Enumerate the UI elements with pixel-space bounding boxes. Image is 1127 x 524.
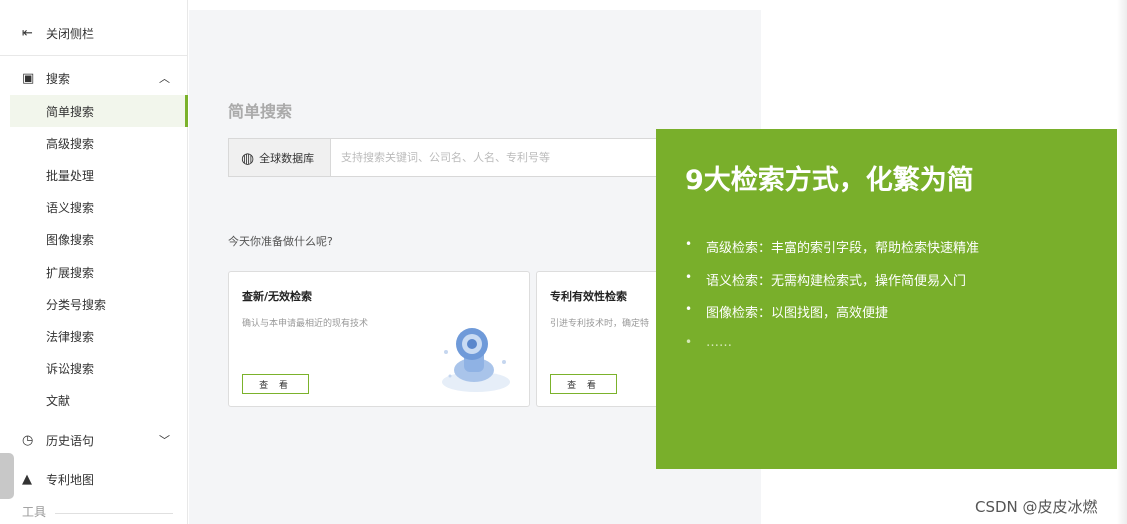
search-illustration-icon <box>442 328 510 392</box>
globe-icon: ◍ <box>241 148 255 167</box>
card-description: 确认与本申请最相近的现有技术 <box>242 319 369 329</box>
sidebar: ⇤ 关闭侧栏 ▣ 搜索 ︿ 简单搜索 高级搜索 批量处理 语义搜索 图像搜索 扩… <box>0 0 188 524</box>
sidebar-group-search[interactable]: ▣ 搜索 ︿ <box>0 63 188 93</box>
sidebar-item-extended-search[interactable]: 扩展搜索 <box>10 256 188 288</box>
tools-section-label: 工具 <box>22 505 47 519</box>
sidebar-item-advanced-search[interactable]: 高级搜索 <box>10 127 188 159</box>
close-sidebar-button[interactable]: ⇤ 关闭侧栏 <box>0 12 188 56</box>
card-description: 引进专利技术时，确定特 <box>550 319 650 329</box>
sidebar-item-image-search[interactable]: 图像搜索 <box>10 224 188 256</box>
close-sidebar-label: 关闭侧栏 <box>46 27 95 41</box>
sidebar-group-patent-map[interactable]: ▲ 专利地图 <box>0 464 188 494</box>
bullet-icon: • <box>685 269 693 284</box>
chevron-up-icon: ︿ <box>159 72 170 85</box>
divider <box>55 513 173 514</box>
sidebar-item-semantic-search[interactable]: 语义搜索 <box>10 192 188 224</box>
card-title: 专利有效性检索 <box>550 290 627 303</box>
search-card: 查新/无效检索 确认与本申请最相近的现有技术 查 看 <box>228 271 530 407</box>
watermark: CSDN @皮皮冰燃 <box>975 498 1098 516</box>
list-item: • 图像检索：以图找图，高效便捷 <box>685 302 889 321</box>
bullet-icon: • <box>685 302 693 316</box>
search-doc-icon: ▣ <box>22 70 35 86</box>
sidebar-item-batch[interactable]: 批量处理 <box>10 159 188 191</box>
search-submenu: 简单搜索 高级搜索 批量处理 语义搜索 图像搜索 扩展搜索 分类号搜索 法律搜索… <box>10 95 188 417</box>
collapse-sidebar-icon: ⇤ <box>22 26 33 41</box>
prompt-text: 今天你准备做什么呢? <box>228 235 333 248</box>
chevron-down-icon: ﹀ <box>159 434 170 447</box>
search-bar: ◍ 全球数据库 <box>228 138 688 177</box>
feature-overlay-panel: 9大检索方式，化繁为简 • 高级检索：丰富的索引字段，帮助检索快速精准 • 语义检索… <box>656 129 1123 469</box>
page-edge-shadow <box>1117 0 1127 524</box>
mountain-icon: ▲ <box>22 471 32 487</box>
sidebar-group-history[interactable]: ◷ 历史语句 ﹀ <box>0 425 188 455</box>
bullet-icon: • <box>685 237 693 251</box>
scrollbar-thumb[interactable] <box>0 453 14 499</box>
list-item: • 高级检索：丰富的索引字段，帮助检索快速精准 <box>685 237 980 256</box>
sidebar-item-simple-search[interactable]: 简单搜索 <box>10 95 188 128</box>
overlay-title: 9大检索方式，化繁为简 <box>685 165 974 196</box>
view-button[interactable]: 查 看 <box>550 374 617 394</box>
sidebar-item-litigation-search[interactable]: 诉讼搜索 <box>10 353 188 385</box>
card-title: 查新/无效检索 <box>242 290 313 303</box>
search-input[interactable] <box>331 139 687 176</box>
view-button[interactable]: 查 看 <box>242 374 309 394</box>
sidebar-group-search-label: 搜索 <box>46 71 71 86</box>
sidebar-item-classification-search[interactable]: 分类号搜索 <box>10 288 188 320</box>
list-item: •…… <box>685 334 732 350</box>
bullet-icon: • <box>685 334 693 349</box>
sidebar-group-patent-map-label: 专利地图 <box>46 472 95 487</box>
clock-icon: ◷ <box>22 432 34 448</box>
sidebar-item-literature[interactable]: 文献 <box>10 385 188 417</box>
feature-list: • 高级检索：丰富的索引字段，帮助检索快速精准 • 语义检索：无需构建检索式，操作简… <box>685 237 979 367</box>
database-label: 全球数据库 <box>259 151 315 165</box>
page-title: 简单搜索 <box>228 102 293 121</box>
sidebar-item-legal-search[interactable]: 法律搜索 <box>10 320 188 352</box>
database-selector[interactable]: ◍ 全球数据库 <box>229 139 331 176</box>
list-item: • 语义检索：无需构建检索式，操作简便易入门 <box>685 269 967 289</box>
sidebar-group-history-label: 历史语句 <box>46 433 95 448</box>
